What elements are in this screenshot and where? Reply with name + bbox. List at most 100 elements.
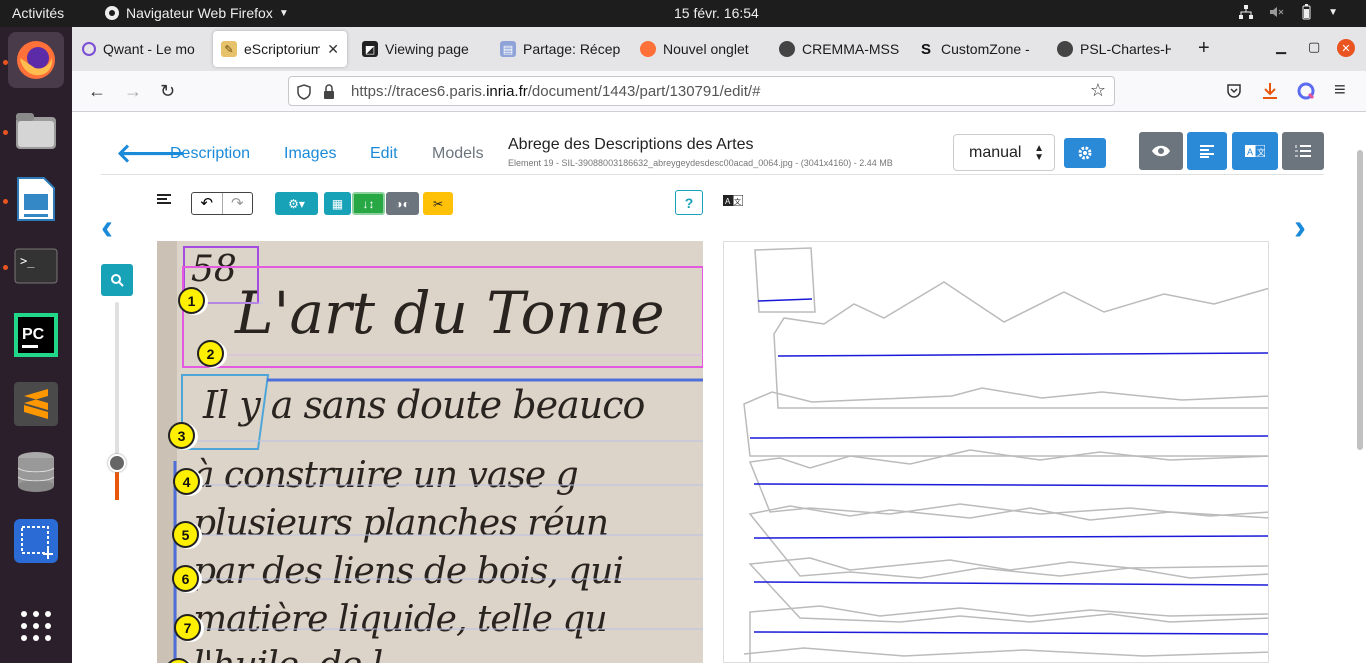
baseline-preview-4 bbox=[753, 483, 1268, 487]
app-grid-icon bbox=[21, 611, 51, 641]
scrollbar-thumb[interactable] bbox=[1357, 150, 1363, 450]
segmentation-preview-panel[interactable] bbox=[723, 241, 1269, 663]
cogs-icon: ⚙▾ bbox=[288, 196, 305, 211]
baseline-preview-2 bbox=[777, 352, 1268, 357]
dock-firefox[interactable] bbox=[8, 32, 64, 88]
zoom-icon bbox=[111, 274, 124, 287]
segmentation-settings-button[interactable]: ⚙▾ bbox=[275, 192, 318, 215]
dock-database[interactable] bbox=[8, 444, 64, 500]
dock-pycharm[interactable]: PC bbox=[8, 307, 64, 363]
next-page-chevron-icon[interactable]: › bbox=[1294, 206, 1306, 248]
github-icon bbox=[1057, 41, 1073, 57]
dock: >_ PC bbox=[0, 27, 72, 663]
undo-icon[interactable]: ↶ bbox=[192, 193, 223, 214]
app-menu[interactable]: Navigateur Web Firefox ▼ bbox=[104, 5, 289, 21]
tab-escriptorium[interactable]: ✎ eScriptorium ✕ bbox=[213, 31, 347, 67]
tab-title: Partage: Récep bbox=[523, 41, 621, 57]
forward-arrow-icon[interactable]: → bbox=[124, 81, 142, 102]
url-bar[interactable]: https://traces6.paris.inria.fr/document/… bbox=[288, 76, 1115, 106]
dock-files[interactable] bbox=[8, 103, 64, 159]
document-title: Abrege des Descriptions des Artes bbox=[508, 136, 754, 153]
previous-page-chevron-icon[interactable]: ‹ bbox=[101, 206, 113, 248]
pycharm-icon: PC bbox=[14, 313, 58, 357]
toggle-source-button[interactable] bbox=[1139, 132, 1183, 170]
back-arrow-icon[interactable]: ← bbox=[88, 81, 106, 102]
mode-select[interactable]: manual ▲ ▼ bbox=[953, 134, 1055, 171]
activities-button[interactable]: Activités bbox=[12, 5, 64, 21]
new-tab-plus-icon[interactable]: + bbox=[1198, 37, 1210, 60]
maximize-icon[interactable]: ▢ bbox=[1308, 39, 1320, 55]
dock-screenshot[interactable] bbox=[8, 513, 64, 569]
pocket-icon[interactable] bbox=[1226, 83, 1242, 99]
line-number-badge[interactable]: 4 bbox=[173, 468, 200, 495]
dock-libreoffice-impress[interactable] bbox=[8, 171, 64, 227]
running-indicator bbox=[3, 199, 8, 204]
baseline-preview-1 bbox=[757, 298, 813, 302]
dock-show-apps[interactable] bbox=[8, 598, 64, 654]
toggle-transcription-button[interactable]: A文 bbox=[1232, 132, 1278, 170]
star-icon[interactable]: ☆ bbox=[1090, 80, 1106, 101]
github-icon bbox=[779, 41, 795, 57]
redo-icon[interactable]: ↷ bbox=[223, 193, 253, 214]
nav-edit[interactable]: Edit bbox=[370, 145, 398, 163]
settings-button[interactable] bbox=[1064, 138, 1106, 168]
system-top-bar: Activités Navigateur Web Firefox ▼ 15 fé… bbox=[0, 0, 1366, 27]
tab-customzone[interactable]: S CustomZone - bbox=[910, 31, 1040, 67]
tab-partage[interactable]: ▤ Partage: Récep bbox=[492, 31, 622, 67]
hamburger-menu-icon[interactable]: ≡ bbox=[1334, 79, 1346, 102]
zoom-button[interactable] bbox=[101, 264, 133, 296]
list-ordered-icon bbox=[1295, 145, 1311, 157]
toggle-masks-button[interactable]: ◑◐ bbox=[386, 192, 419, 215]
line-number-badge[interactable]: 7 bbox=[174, 614, 201, 641]
align-left-small-icon bbox=[157, 194, 171, 204]
sublime-icon bbox=[14, 382, 58, 426]
mask-title bbox=[773, 281, 1268, 409]
download-icon[interactable] bbox=[1262, 82, 1278, 100]
help-button[interactable]: ? bbox=[675, 190, 703, 215]
manuscript-image-panel[interactable]: 58 L'art du Tonne Il y a sans doute beau… bbox=[157, 241, 703, 663]
tab-psl-chartes[interactable]: PSL-Chartes-H bbox=[1049, 31, 1171, 67]
tab-viewing-page[interactable]: ◩ Viewing page bbox=[354, 31, 484, 67]
dock-terminal[interactable]: >_ bbox=[8, 238, 64, 294]
reload-icon[interactable]: ↻ bbox=[160, 81, 175, 102]
nav-models[interactable]: Models bbox=[432, 145, 484, 163]
close-tab-icon[interactable]: ✕ bbox=[327, 41, 339, 58]
toggle-diplomatic-button[interactable] bbox=[1282, 132, 1324, 170]
chevron-down-icon: ▼ bbox=[278, 7, 289, 19]
line-number-badge[interactable]: 6 bbox=[172, 565, 199, 592]
page-scrollbar[interactable] bbox=[1354, 112, 1366, 663]
mask-line-3 bbox=[743, 387, 1268, 457]
toggle-segmentation-button[interactable] bbox=[1187, 132, 1227, 170]
qwant-extension-icon[interactable] bbox=[1297, 82, 1315, 100]
minimize-icon[interactable]: ▁ bbox=[1276, 39, 1286, 55]
cut-tool-button[interactable]: ✂ bbox=[423, 192, 453, 215]
line-number-badge[interactable]: 3 bbox=[168, 422, 195, 449]
running-indicator bbox=[3, 265, 8, 270]
mask-line-8 bbox=[743, 647, 1268, 657]
nav-description[interactable]: Description bbox=[170, 145, 250, 163]
s-icon: S bbox=[920, 40, 931, 58]
line-number-badge[interactable]: 2 bbox=[197, 340, 224, 367]
grid-icon: ▦ bbox=[331, 196, 344, 211]
close-window-icon[interactable]: ✕ bbox=[1337, 39, 1355, 57]
line-number-badge[interactable]: 5 bbox=[172, 521, 199, 548]
database-icon bbox=[17, 452, 55, 492]
reorder-lines-button[interactable]: ↓↕ bbox=[352, 192, 385, 215]
nav-images[interactable]: Images bbox=[284, 145, 336, 163]
system-tray[interactable]: ▼ bbox=[1238, 4, 1338, 20]
mode-select-value: manual bbox=[969, 144, 1022, 161]
clock[interactable]: 15 févr. 16:54 bbox=[674, 5, 759, 21]
baseline-preview-3 bbox=[749, 435, 1268, 439]
battery-icon bbox=[1302, 4, 1311, 20]
tab-cremma[interactable]: CREMMA-MSS bbox=[771, 31, 901, 67]
firefox-icon bbox=[640, 41, 656, 57]
line-number-badge[interactable]: 1 bbox=[178, 287, 205, 314]
tab-nouvel-onglet[interactable]: Nouvel onglet bbox=[632, 31, 762, 67]
viewer-icon: ◩ bbox=[362, 41, 378, 57]
toggle-regions-button[interactable]: ▦ bbox=[324, 192, 351, 215]
tab-title: Qwant - Le mo bbox=[103, 41, 195, 57]
dock-sublime-text[interactable] bbox=[8, 376, 64, 432]
svg-text:A: A bbox=[725, 197, 731, 206]
tab-qwant[interactable]: Qwant - Le mo bbox=[74, 31, 206, 67]
zoom-slider-handle[interactable] bbox=[108, 454, 126, 472]
